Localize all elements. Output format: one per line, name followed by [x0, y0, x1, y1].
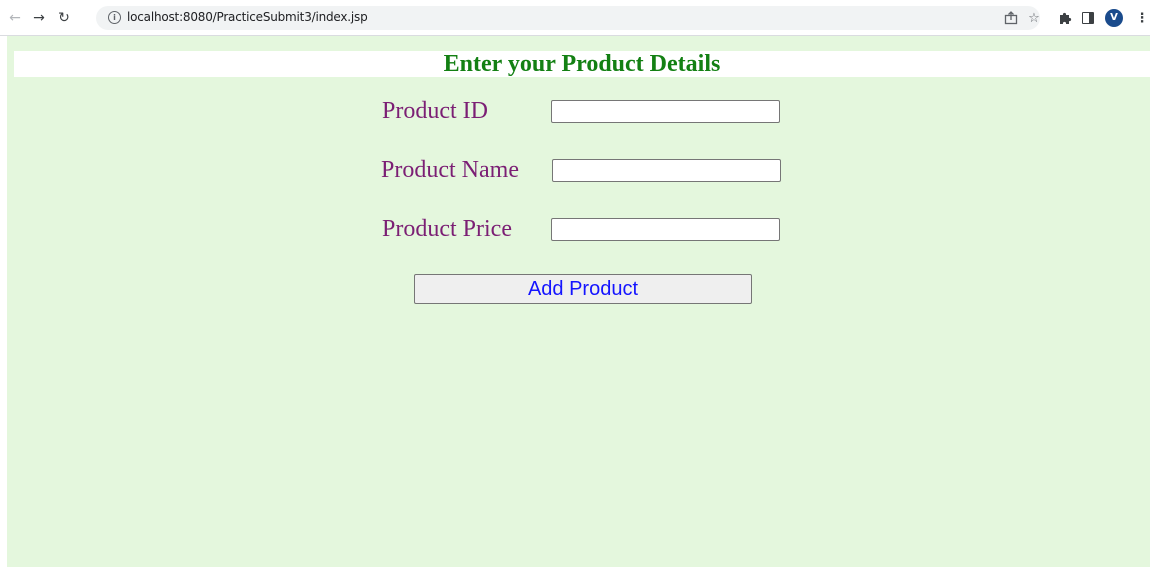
browser-toolbar: ← → ↻ i localhost:8080/PracticeSubmit3/i… [0, 0, 1150, 36]
info-icon[interactable]: i [108, 11, 121, 24]
reload-icon[interactable]: ↻ [55, 9, 73, 27]
product-id-input[interactable] [551, 100, 780, 123]
product-name-input[interactable] [552, 159, 781, 182]
url-text[interactable]: localhost:8080/PracticeSubmit3/index.jsp [127, 10, 368, 24]
share-icon-glyph [1004, 11, 1018, 25]
forward-arrow-icon[interactable]: → [30, 9, 48, 27]
side-panel-glyph [1082, 12, 1094, 24]
page-body: Enter your Product Details Product ID Pr… [7, 36, 1150, 567]
star-icon[interactable]: ☆ [1024, 8, 1044, 28]
add-product-button[interactable]: Add Product [414, 274, 752, 304]
heading-band: Enter your Product Details [14, 51, 1150, 77]
profile-avatar[interactable]: V [1105, 9, 1123, 27]
puzzle-icon [1060, 12, 1072, 24]
product-name-label: Product Name [381, 157, 519, 183]
address-bar[interactable]: i localhost:8080/PracticeSubmit3/index.j… [96, 6, 1040, 30]
side-panel-icon[interactable] [1078, 8, 1098, 28]
share-icon[interactable] [1001, 8, 1021, 28]
page-title: Enter your Product Details [443, 51, 721, 77]
menu-icon[interactable]: ⋮ [1132, 8, 1150, 28]
back-arrow-icon[interactable]: ← [6, 9, 24, 27]
product-price-input[interactable] [551, 218, 780, 241]
product-id-label: Product ID [382, 98, 488, 124]
extensions-icon[interactable] [1055, 8, 1075, 28]
product-price-label: Product Price [382, 216, 512, 242]
